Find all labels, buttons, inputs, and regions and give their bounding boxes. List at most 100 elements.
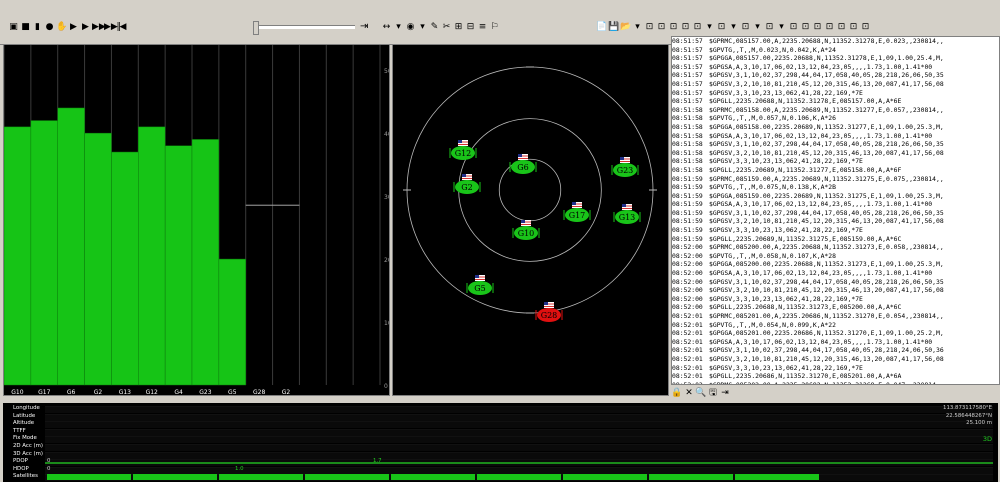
right-buttons-4[interactable]: ⊡	[644, 20, 655, 34]
nmea-line[interactable]: 08:52:00 $GPGSA,A,3,10,17,06,02,13,12,04,…	[672, 269, 999, 278]
nmea-line[interactable]: 08:51:57 $GPGLL,2235.20688,N,11352.31278,…	[672, 97, 999, 106]
mid-buttons-3[interactable]: ▾	[417, 20, 428, 34]
scroll-end-icon[interactable]: ⇥	[719, 386, 731, 400]
sky-sat-g10[interactable]: G10	[512, 220, 540, 240]
playback-slider[interactable]	[253, 21, 355, 35]
nmea-line[interactable]: 08:51:58 $GPGSA,A,3,10,17,06,02,13,12,04,…	[672, 132, 999, 141]
sky-sat-g23[interactable]: G23	[611, 157, 639, 177]
left-buttons-9[interactable]: |◀	[116, 20, 127, 34]
nmea-line[interactable]: 08:51:57 $GPGSA,A,3,10,17,06,02,13,12,04,…	[672, 63, 999, 72]
right-buttons-14[interactable]: ⊡	[764, 20, 775, 34]
nmea-line[interactable]: 08:52:01 $GPGLL,2235.20686,N,11352.31270,…	[672, 372, 999, 381]
nmea-line[interactable]: 08:51:58 $GPVTG,,T,,M,0.057,N,0.106,K,A*2…	[672, 114, 999, 123]
nmea-line[interactable]: 08:51:58 $GPGLL,2235.20689,N,11352.31277,…	[672, 166, 999, 175]
nmea-line[interactable]: 08:51:57 $GPVTG,,T,,M,0.023,N,0.042,K,A*2…	[672, 46, 999, 55]
nmea-line[interactable]: 08:51:58 $GPGSV,3,1,10,02,37,298,44,04,17…	[672, 140, 999, 149]
nmea-line[interactable]: 08:51:58 $GPGGA,085158.00,2235.20689,N,11…	[672, 123, 999, 132]
slider-end-button[interactable]: ⇥	[360, 19, 368, 35]
right-buttons-12[interactable]: ⊡	[740, 20, 751, 34]
nmea-line[interactable]: 08:51:59 $GPRMC,085159.00,A,2235.20689,N,…	[672, 175, 999, 184]
nmea-line[interactable]: 08:52:01 $GPGSV,3,1,10,02,37,298,44,04,17…	[672, 346, 999, 355]
nmea-line[interactable]: 08:52:00 $GPGGA,085200.00,2235.20688,N,11…	[672, 260, 999, 269]
slider-thumb[interactable]	[253, 21, 259, 35]
mid-buttons-1[interactable]: ▾	[393, 20, 404, 34]
lock-icon[interactable]: 🔒	[671, 386, 683, 400]
right-buttons-1[interactable]: 💾	[608, 20, 619, 34]
left-buttons-6[interactable]: ▶	[80, 20, 91, 34]
nmea-line[interactable]: 08:51:59 $GPGLL,2235.20689,N,11352.31275,…	[672, 235, 999, 244]
right-buttons-19[interactable]: ⊡	[824, 20, 835, 34]
mid-buttons-8[interactable]: ≡	[477, 20, 488, 34]
nmea-line[interactable]: 08:52:01 $GPRMC,085201.00,A,2235.20686,N,…	[672, 312, 999, 321]
nmea-line[interactable]: 08:51:57 $GPGSV,3,2,10,10,81,210,45,12,20…	[672, 80, 999, 89]
save-icon[interactable]: 🖫	[707, 386, 719, 400]
nmea-line[interactable]: 08:51:57 $GPGSV,3,1,10,02,37,298,44,04,17…	[672, 71, 999, 80]
nmea-line[interactable]: 08:51:59 $GPGSA,A,3,10,17,06,02,13,12,04,…	[672, 200, 999, 209]
nmea-line[interactable]: 08:52:00 $GPRMC,085200.00,A,2235.20688,N,…	[672, 243, 999, 252]
mid-buttons-2[interactable]: ◉	[405, 20, 416, 34]
nmea-line[interactable]: 08:51:59 $GPGSV,3,2,10,10,81,210,45,12,20…	[672, 217, 999, 226]
nmea-line[interactable]: 08:52:01 $GPGSA,A,3,10,17,06,02,13,12,04,…	[672, 338, 999, 347]
nmea-line[interactable]: 08:51:59 $GPGSV,3,1,10,02,37,298,44,04,17…	[672, 209, 999, 218]
nmea-line[interactable]: 08:52:00 $GPGLL,2235.20688,N,11352.31273,…	[672, 303, 999, 312]
search-icon[interactable]: 🔍	[695, 386, 707, 400]
mid-buttons-0[interactable]: ↔	[381, 20, 392, 34]
right-buttons-22[interactable]: ⊡	[860, 20, 871, 34]
mid-buttons-6[interactable]: ⊞	[453, 20, 464, 34]
mid-buttons-4[interactable]: ✎	[429, 20, 440, 34]
right-buttons-11[interactable]: ▾	[728, 20, 739, 34]
right-buttons-0[interactable]: 📄	[596, 20, 607, 34]
sky-sat-g28[interactable]: G28	[535, 302, 563, 322]
sky-sat-g12[interactable]: G12	[449, 140, 477, 160]
right-buttons-13[interactable]: ▾	[752, 20, 763, 34]
right-buttons-21[interactable]: ⊡	[848, 20, 859, 34]
nmea-line[interactable]: 08:52:00 $GPGSV,3,3,10,23,13,062,41,28,22…	[672, 295, 999, 304]
nmea-line[interactable]: 08:51:57 $GPRMC,085157.00,A,2235.20688,N,…	[672, 37, 999, 46]
sky-sat-g13[interactable]: G13	[613, 204, 641, 224]
nmea-line[interactable]: 08:51:58 $GPGSV,3,2,10,10,81,210,45,12,20…	[672, 149, 999, 158]
right-buttons-6[interactable]: ⊡	[668, 20, 679, 34]
nmea-line[interactable]: 08:51:59 $GPGGA,085159.00,2235.20689,N,11…	[672, 192, 999, 201]
right-buttons-17[interactable]: ⊡	[800, 20, 811, 34]
right-buttons-15[interactable]: ▾	[776, 20, 787, 34]
nmea-line[interactable]: 08:52:02 $GPRMC,085202.00,A,2235.20682,N,…	[672, 381, 999, 384]
mid-buttons-7[interactable]: ⊟	[465, 20, 476, 34]
nmea-line[interactable]: 08:52:00 $GPGSV,3,2,10,10,81,210,45,12,20…	[672, 286, 999, 295]
nmea-line[interactable]: 08:52:01 $GPGSV,3,2,10,10,81,210,45,12,20…	[672, 355, 999, 364]
nmea-log[interactable]: 08:51:57 $GPRMC,085157.00,A,2235.20688,N,…	[671, 36, 1000, 385]
right-buttons-7[interactable]: ⊡	[680, 20, 691, 34]
nmea-line[interactable]: 08:52:01 $GPGSV,3,3,10,23,13,062,41,28,22…	[672, 364, 999, 373]
nmea-line[interactable]: 08:51:57 $GPGSV,3,3,10,23,13,062,41,28,22…	[672, 89, 999, 98]
sky-sat-g17[interactable]: G17	[563, 202, 591, 222]
left-buttons-8[interactable]: ▶▶|	[104, 20, 121, 34]
left-buttons-1[interactable]: ■	[20, 20, 31, 34]
right-buttons-8[interactable]: ⊡	[692, 20, 703, 34]
sky-sat-g2[interactable]: G2	[453, 174, 481, 194]
close-icon[interactable]: ✕	[683, 386, 695, 400]
right-buttons-18[interactable]: ⊡	[812, 20, 823, 34]
left-buttons-4[interactable]: ✋	[56, 20, 67, 34]
nmea-line[interactable]: 08:51:58 $GPGSV,3,3,10,23,13,062,41,28,22…	[672, 157, 999, 166]
left-buttons-2[interactable]: ▮	[32, 20, 43, 34]
left-buttons-7[interactable]: ▶▶	[92, 20, 106, 34]
sky-sat-g6[interactable]: G6	[509, 154, 537, 174]
nmea-line[interactable]: 08:52:01 $GPGGA,085201.00,2235.20686,N,11…	[672, 329, 999, 338]
nmea-line[interactable]: 08:52:01 $GPVTG,,T,,M,0.054,N,0.099,K,A*2…	[672, 321, 999, 330]
nmea-line[interactable]: 08:52:00 $GPGSV,3,1,10,02,37,298,44,04,17…	[672, 278, 999, 287]
nmea-line[interactable]: 08:51:59 $GPGSV,3,3,10,23,13,062,41,28,22…	[672, 226, 999, 235]
mid-buttons-9[interactable]: ⚐	[489, 20, 500, 34]
left-buttons-3[interactable]: ●	[44, 20, 55, 34]
right-buttons-2[interactable]: 📂	[620, 20, 631, 34]
right-buttons-20[interactable]: ⊡	[836, 20, 847, 34]
left-buttons-0[interactable]: ▣	[8, 20, 19, 34]
right-buttons-5[interactable]: ⊡	[656, 20, 667, 34]
mid-buttons-5[interactable]: ✂	[441, 20, 452, 34]
nmea-line[interactable]: 08:51:59 $GPVTG,,T,,M,0.075,N,0.138,K,A*2…	[672, 183, 999, 192]
nmea-line[interactable]: 08:52:00 $GPVTG,,T,,M,0.058,N,0.107,K,A*2…	[672, 252, 999, 261]
right-buttons-3[interactable]: ▾	[632, 20, 643, 34]
left-buttons-5[interactable]: ▶	[68, 20, 79, 34]
right-buttons-9[interactable]: ▾	[704, 20, 715, 34]
nmea-line[interactable]: 08:51:58 $GPRMC,085158.00,A,2235.20689,N,…	[672, 106, 999, 115]
right-buttons-10[interactable]: ⊡	[716, 20, 727, 34]
sky-sat-g5[interactable]: G5	[466, 275, 494, 295]
